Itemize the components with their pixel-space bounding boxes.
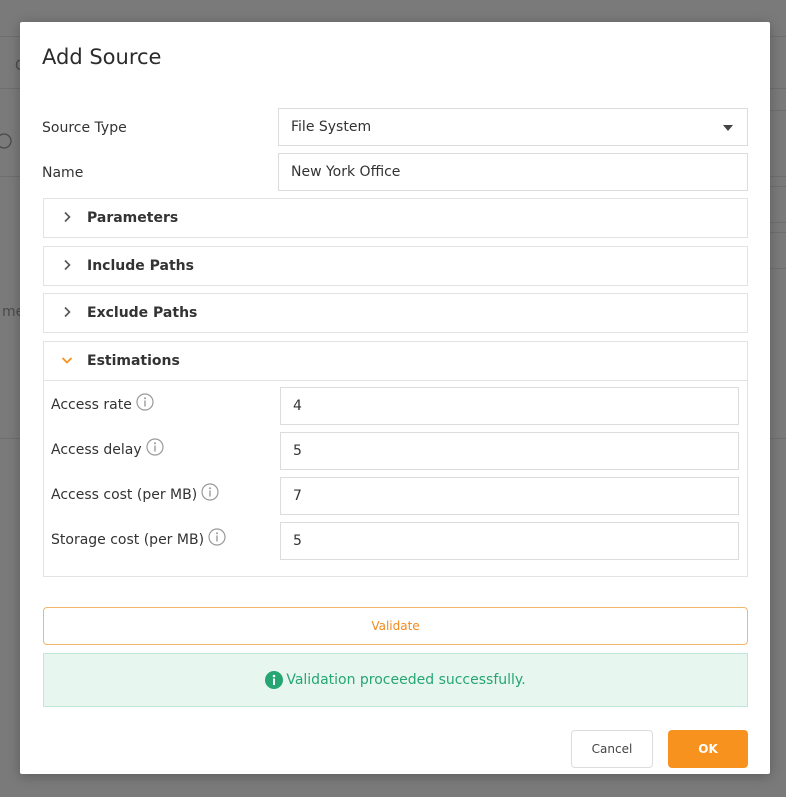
dialog-title: Add Source xyxy=(42,45,162,69)
panel-title-exclude-paths: Exclude Paths xyxy=(87,305,198,321)
estimations-panel: Estimations Access rate 4 Access delay 5… xyxy=(43,341,748,577)
panel-header-include-paths[interactable]: Include Paths xyxy=(44,247,747,285)
validate-button[interactable]: Validate xyxy=(43,607,748,645)
name-value: New York Office xyxy=(291,164,401,180)
ok-button[interactable]: OK xyxy=(668,730,748,768)
access-delay-value: 5 xyxy=(293,443,302,459)
name-field[interactable]: New York Office xyxy=(278,153,748,191)
info-icon[interactable] xyxy=(208,528,226,546)
access-rate-value: 4 xyxy=(293,398,302,414)
chevron-right-icon xyxy=(64,259,71,271)
access-rate-label: Access rate xyxy=(51,393,154,413)
access-delay-label-text: Access delay xyxy=(51,442,142,458)
access-delay-input[interactable]: 5 xyxy=(280,432,739,470)
panel-header-exclude-paths[interactable]: Exclude Paths xyxy=(44,294,747,332)
access-cost-label-text: Access cost (per MB) xyxy=(51,487,198,503)
access-rate-label-text: Access rate xyxy=(51,397,132,413)
panel-header-estimations[interactable]: Estimations xyxy=(44,342,747,380)
validation-success-alert: Validation proceeded successfully. xyxy=(43,653,748,707)
source-type-label: Source Type xyxy=(42,120,127,136)
parameters-panel: Parameters xyxy=(43,198,748,238)
success-info-icon xyxy=(265,671,284,689)
chevron-right-icon xyxy=(64,306,71,318)
panel-title-parameters: Parameters xyxy=(87,210,179,226)
access-cost-value: 7 xyxy=(293,488,302,504)
validation-message: Validation proceeded successfully. xyxy=(286,672,526,688)
name-label: Name xyxy=(42,165,84,181)
access-rate-input[interactable]: 4 xyxy=(280,387,739,425)
background-info-icon xyxy=(0,133,12,149)
include-paths-panel: Include Paths xyxy=(43,246,748,286)
storage-cost-label: Storage cost (per MB) xyxy=(51,528,226,548)
info-icon[interactable] xyxy=(146,438,164,456)
chevron-right-icon xyxy=(64,211,71,223)
access-delay-label: Access delay xyxy=(51,438,164,458)
storage-cost-value: 5 xyxy=(293,533,302,549)
storage-cost-input[interactable]: 5 xyxy=(280,522,739,560)
access-cost-label: Access cost (per MB) xyxy=(51,483,219,503)
info-icon[interactable] xyxy=(136,393,154,411)
estimations-body: Access rate 4 Access delay 5 Access cost… xyxy=(44,380,747,577)
add-source-dialog: Add Source Source Type File System Name … xyxy=(20,22,770,774)
caret-down-icon xyxy=(723,125,733,131)
info-icon[interactable] xyxy=(201,483,219,501)
access-cost-input[interactable]: 7 xyxy=(280,477,739,515)
panel-title-include-paths: Include Paths xyxy=(87,258,194,274)
exclude-paths-panel: Exclude Paths xyxy=(43,293,748,333)
panel-header-parameters[interactable]: Parameters xyxy=(44,199,747,237)
source-type-select[interactable]: File System xyxy=(278,108,748,146)
source-type-value: File System xyxy=(291,119,372,135)
storage-cost-label-text: Storage cost (per MB) xyxy=(51,532,205,548)
panel-title-estimations: Estimations xyxy=(87,353,180,369)
chevron-down-icon xyxy=(61,357,73,364)
cancel-button[interactable]: Cancel xyxy=(571,730,653,768)
